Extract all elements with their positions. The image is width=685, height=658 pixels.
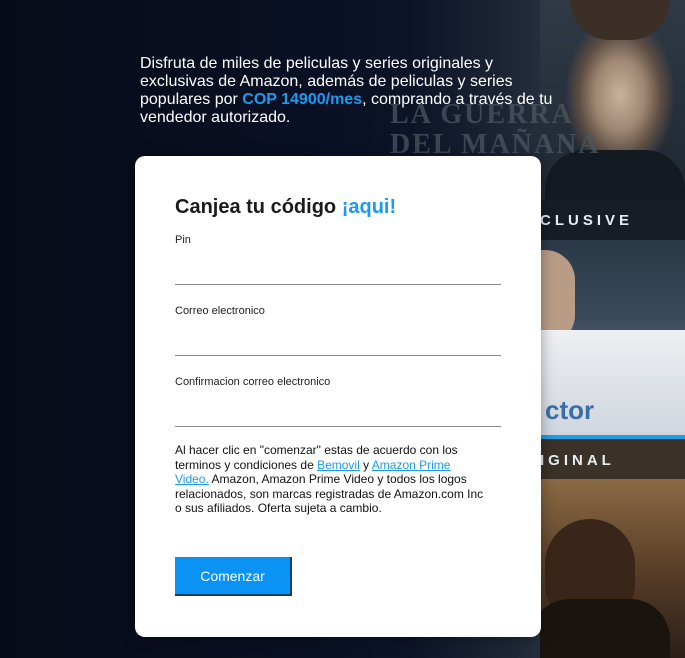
poster-image-bottom: [540, 479, 685, 658]
email-label: Correo electronico: [175, 305, 265, 317]
pin-label: Pin: [175, 234, 191, 246]
bemovil-link[interactable]: Bemovil: [317, 458, 360, 472]
terms-text: Al hacer clic en "comenzar" estas de acu…: [175, 443, 485, 516]
terms-text-mid: y: [359, 457, 372, 472]
pin-input[interactable]: [175, 250, 501, 285]
poster-image-middle: ctor: [540, 240, 685, 435]
poster-partial-word: ctor: [545, 395, 595, 425]
terms-text-end: Amazon, Amazon Prime Video y todos los l…: [175, 472, 484, 515]
card-title: Canjea tu código ¡aqui!: [175, 196, 396, 219]
pin-field-group: Pin: [175, 234, 501, 285]
redeem-card: Canjea tu código ¡aqui! Pin Correo elect…: [135, 156, 541, 637]
intro-text: Disfruta de miles de peliculas y series …: [140, 55, 560, 127]
poster-figure-bottom-body: [540, 599, 670, 658]
email-confirm-label: Confirmacion correo electronico: [175, 376, 331, 388]
email-field-group: Correo electronico: [175, 305, 501, 356]
card-title-accent: ¡aqui!: [341, 196, 397, 218]
poster-original-label: IGINAL: [540, 452, 615, 469]
price-highlight: COP 14900/mes: [242, 91, 363, 108]
email-confirm-field-group: Confirmacion correo electronico: [175, 376, 501, 427]
email-confirm-input[interactable]: [175, 392, 501, 427]
poster-figure-hair: [570, 0, 670, 40]
email-input[interactable]: [175, 321, 501, 356]
card-title-text: Canjea tu código: [175, 196, 337, 218]
start-button[interactable]: Comenzar: [175, 557, 292, 596]
poster-exclusive-label: CLUSIVE: [540, 212, 634, 229]
